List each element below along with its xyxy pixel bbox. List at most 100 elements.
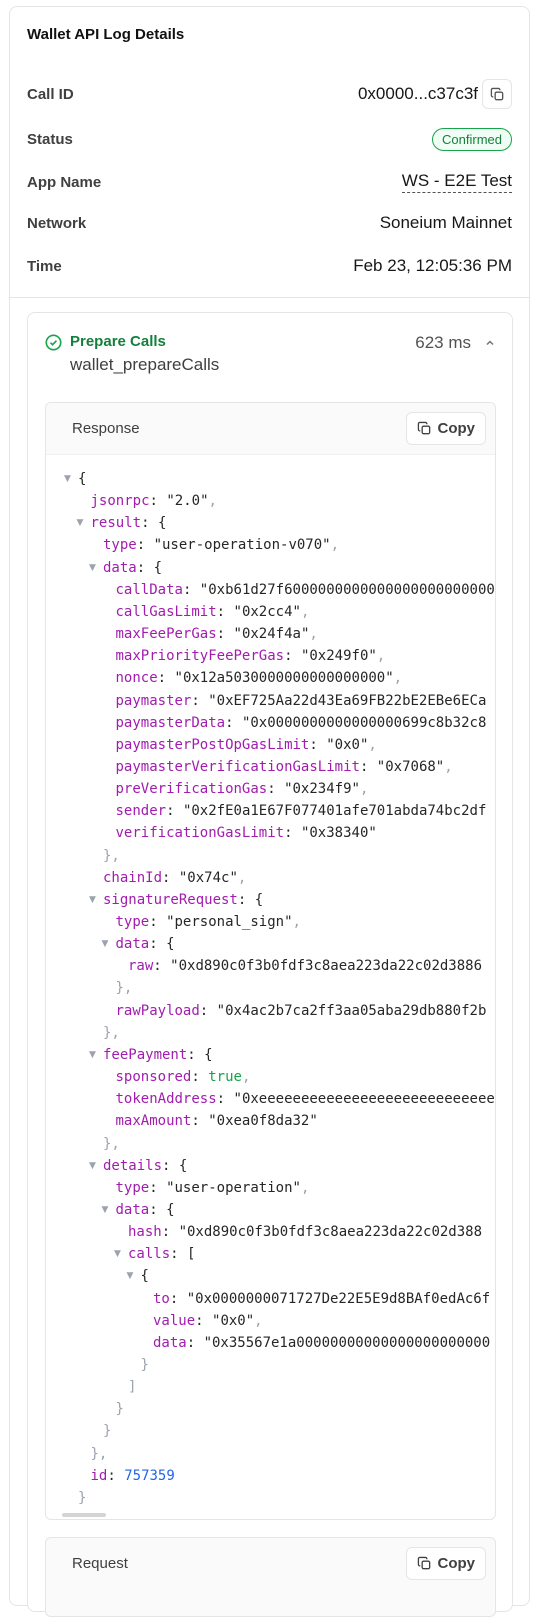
json-line-result[interactable]: ▼ result: { (77, 512, 167, 534)
json-line-data[interactable]: ▼ data: { (102, 933, 175, 955)
json-line-preverificationgas: preVerificationGas: "0x234f9", (116, 778, 369, 800)
json-colon: : (149, 914, 167, 930)
json-line: } (116, 1398, 124, 1420)
collapse-toggle-icon[interactable]: ▼ (89, 557, 96, 579)
json-value: "0xd890c0f3b0fdf3c8aea223da22c02d388 (178, 1224, 483, 1241)
collapse-toggle-icon[interactable]: ▼ (77, 512, 84, 534)
time-row: Time Feb 23, 12:05:36 PM (27, 251, 512, 281)
json-value: ] (128, 1379, 137, 1396)
json-key: feePayment (103, 1046, 188, 1063)
copy-call-id-button[interactable] (482, 79, 512, 109)
json-line-jsonrpc: jsonrpc: "2.0", (91, 490, 217, 512)
json-colon: : (186, 1334, 204, 1351)
network-label: Network (27, 214, 87, 232)
json-line: }, (91, 1443, 108, 1465)
json-comma: , (368, 736, 377, 753)
json-line-nonce: nonce: "0x12a5030000000000000000", (116, 667, 403, 689)
json-key: preVerificationGas (115, 781, 268, 798)
collapse-toggle-icon[interactable]: ▼ (89, 1044, 96, 1066)
json-colon: : (153, 958, 171, 975)
status-badge: Confirmed (432, 127, 512, 151)
log-details-panel: Wallet API Log Details Call ID 0x0000...… (9, 6, 530, 1617)
app-name-link[interactable]: WS - E2E Test (401, 171, 512, 193)
json-line-paymasterpostopgaslimit: paymasterPostOpGasLimit: "0x0", (116, 734, 377, 756)
json-line-paymaster: paymaster: "0xEF725Aa22d43Ea69FB22bE2EBe… (116, 690, 487, 712)
json-comma: , (300, 603, 310, 620)
json-colon: : (161, 1224, 179, 1241)
json-colon: : (191, 692, 209, 709)
json-key: rawPayload (115, 1002, 200, 1019)
json-key: result (90, 515, 142, 532)
json-line-rawpayload: rawPayload: "0x4ac2b7ca2ff3aa05aba29db88… (116, 1000, 487, 1022)
collapse-toggle-icon[interactable]: ▼ (102, 933, 109, 955)
json-value: "0x0000000071727De22E5E9d8BAf0edAc6f (186, 1290, 491, 1307)
app-name-label: App Name (27, 173, 102, 191)
json-comma: , (300, 1179, 310, 1196)
call-label: Prepare Calls (70, 333, 166, 350)
chevron-up-icon[interactable] (485, 338, 495, 348)
json-line-details[interactable]: ▼ details: { (89, 1155, 188, 1177)
json-key: calls (128, 1246, 171, 1263)
json-line-feepayment[interactable]: ▼ feePayment: { (89, 1044, 213, 1066)
json-value: "0x234f9" (284, 781, 360, 798)
json-line-data[interactable]: ▼ data: { (89, 557, 162, 579)
horizontal-scrollbar[interactable] (62, 1513, 106, 1517)
copy-response-button[interactable]: Copy (405, 412, 486, 445)
json-value: "0x12a5030000000000000000" (174, 670, 394, 687)
json-colon: : (284, 825, 301, 842)
json-value: { (157, 515, 167, 532)
json-value: } (140, 1357, 149, 1373)
json-value: }, (103, 847, 120, 864)
json-value: } (115, 1401, 124, 1418)
json-value: "0x7068" (376, 758, 445, 775)
json-line: }, (116, 977, 133, 999)
json-key: verificationGasLimit (115, 825, 285, 842)
collapse-toggle-icon[interactable]: ▼ (89, 889, 96, 911)
response-title: Response (72, 420, 140, 437)
json-value: { (166, 936, 175, 953)
request-panel: Request Copy (45, 1537, 496, 1617)
json-value: 757359 (124, 1467, 175, 1484)
collapse-toggle-icon[interactable]: ▼ (114, 1243, 121, 1265)
json-colon: : (191, 1113, 209, 1130)
json-value: { (166, 1201, 175, 1218)
collapse-toggle-icon[interactable]: ▼ (127, 1265, 134, 1287)
json-line-sponsored: sponsored: true, (116, 1066, 251, 1088)
json-key: paymasterPostOpGasLimit (115, 736, 310, 753)
json-line[interactable]: ▼{ (64, 468, 86, 490)
json-line-signaturerequest[interactable]: ▼ signatureRequest: { (89, 889, 263, 911)
json-comma: , (237, 869, 247, 886)
json-line-calls[interactable]: ▼ calls: [ (114, 1243, 195, 1265)
json-line: } (78, 1487, 86, 1509)
json-key: data (103, 559, 137, 576)
json-line-data[interactable]: ▼ data: { (102, 1199, 175, 1221)
json-key: maxAmount (115, 1113, 192, 1130)
collapse-toggle-icon[interactable]: ▼ (89, 1155, 96, 1177)
json-value: { (178, 1157, 188, 1174)
json-line-data: data: "0x35567e1a00000000000000000000000 (153, 1332, 490, 1354)
json-colon: : (216, 1091, 234, 1108)
json-value: } (103, 1423, 112, 1440)
json-key: tokenAddress (115, 1091, 217, 1108)
json-value: }, (103, 1135, 120, 1152)
copy-label: Copy (437, 420, 476, 437)
collapse-toggle-icon[interactable]: ▼ (64, 468, 71, 490)
json-line-type: type: "user-operation-v070", (103, 534, 339, 556)
json-line[interactable]: ▼{ (127, 1265, 149, 1287)
response-panel: Response Copy ▼{jsonrpc: "2.0", ▼ result: … (45, 402, 496, 1520)
json-key: chainId (103, 869, 163, 886)
json-key: maxFeePerGas (115, 626, 217, 643)
json-colon: : (195, 1312, 213, 1329)
json-comma: , (330, 537, 340, 554)
json-colon: : (309, 736, 327, 753)
json-colon: : (359, 758, 377, 775)
copy-request-button[interactable]: Copy (405, 1547, 486, 1580)
json-line-chainid: chainId: "0x74c", (103, 867, 246, 889)
json-line-type: type: "personal_sign", (116, 911, 301, 933)
json-colon: : (149, 1201, 167, 1218)
collapse-toggle-icon[interactable]: ▼ (102, 1199, 109, 1221)
json-colon: : (216, 603, 234, 620)
json-value: "0xeeeeeeeeeeeeeeeeeeeeeeeeeeee (233, 1091, 495, 1108)
prepare-calls-card: Prepare Calls wallet_prepareCalls 623 ms… (27, 312, 513, 1617)
json-viewer[interactable]: ▼{jsonrpc: "2.0", ▼ result: {type: "user-o… (46, 455, 495, 1515)
